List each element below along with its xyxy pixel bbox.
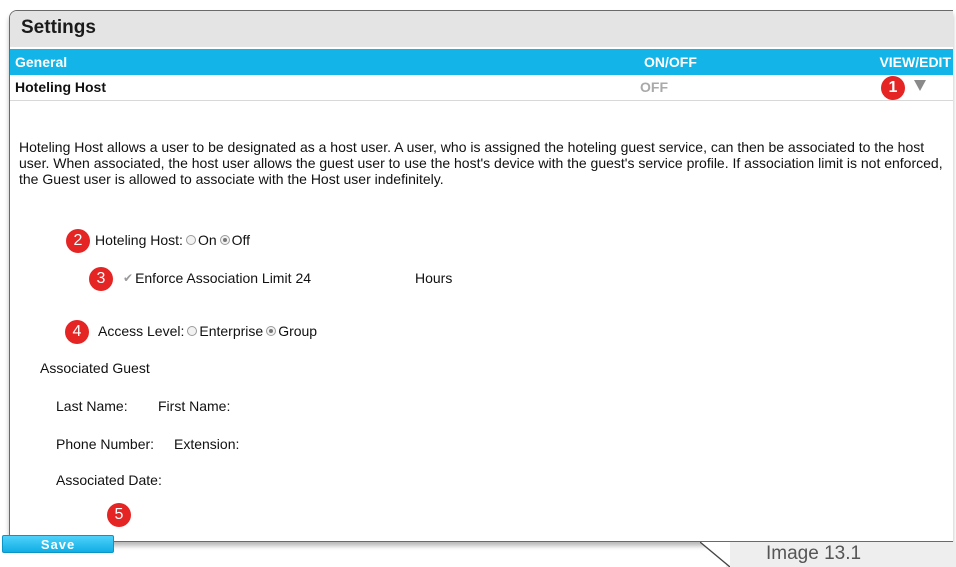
- access-level-enterprise-label: Enterprise: [199, 323, 264, 339]
- caption-slash-shape: [700, 542, 730, 567]
- hoteling-host-row[interactable]: Hoteling Host OFF 1: [10, 75, 953, 101]
- marker-3: 3: [89, 267, 113, 291]
- access-level-option: Access Level: Enterprise Group: [98, 323, 317, 339]
- table-header: General ON/OFF VIEW/EDIT: [10, 49, 953, 75]
- column-general: General: [15, 54, 68, 70]
- associated-date-label: Associated Date:: [56, 472, 162, 488]
- save-button[interactable]: Save: [2, 535, 114, 553]
- caret-down-icon[interactable]: [914, 80, 926, 91]
- hoteling-host-off-radio[interactable]: [219, 235, 230, 245]
- enforce-limit-option: ✔ Enforce Association Limit 24: [123, 270, 311, 286]
- marker-2: 2: [66, 229, 90, 253]
- access-level-group-label: Group: [278, 323, 318, 339]
- last-name-label: Last Name:: [56, 398, 128, 414]
- enforce-limit-value[interactable]: 24: [295, 270, 311, 286]
- marker-4: 4: [65, 320, 89, 344]
- hoteling-host-off-label: Off: [231, 232, 251, 248]
- title-bar: Settings: [10, 11, 953, 47]
- first-name-label: First Name:: [158, 398, 231, 414]
- column-onoff: ON/OFF: [644, 54, 697, 70]
- service-name: Hoteling Host: [15, 79, 106, 95]
- phone-number-label: Phone Number:: [56, 436, 155, 452]
- extension-label: Extension:: [174, 436, 240, 452]
- service-status: OFF: [640, 79, 668, 95]
- enforce-limit-unit: Hours: [415, 270, 453, 286]
- access-level-group-radio[interactable]: [266, 326, 277, 336]
- enforce-limit-checkbox[interactable]: ✔: [123, 271, 133, 285]
- column-view-edit: VIEW/EDIT: [879, 54, 951, 70]
- access-level-enterprise-radio[interactable]: [187, 326, 198, 336]
- image-caption: Image 13.1: [700, 542, 956, 567]
- hoteling-host-option: Hoteling Host: On Off: [95, 232, 250, 248]
- page-title: Settings: [21, 17, 96, 38]
- settings-panel: Settings General ON/OFF VIEW/EDIT Hoteli…: [9, 10, 953, 542]
- hoteling-host-label: Hoteling Host:: [95, 232, 183, 248]
- access-level-label: Access Level:: [98, 323, 185, 339]
- enforce-limit-label: Enforce Association Limit: [135, 270, 292, 286]
- hoteling-host-on-label: On: [197, 232, 217, 248]
- associated-guest-heading: Associated Guest: [40, 360, 150, 376]
- marker-5: 5: [107, 503, 131, 527]
- hoteling-host-on-radio[interactable]: [185, 235, 196, 245]
- marker-1: 1: [881, 76, 905, 100]
- caption-text: Image 13.1: [766, 543, 862, 564]
- service-description: Hoteling Host allows a user to be design…: [19, 139, 943, 187]
